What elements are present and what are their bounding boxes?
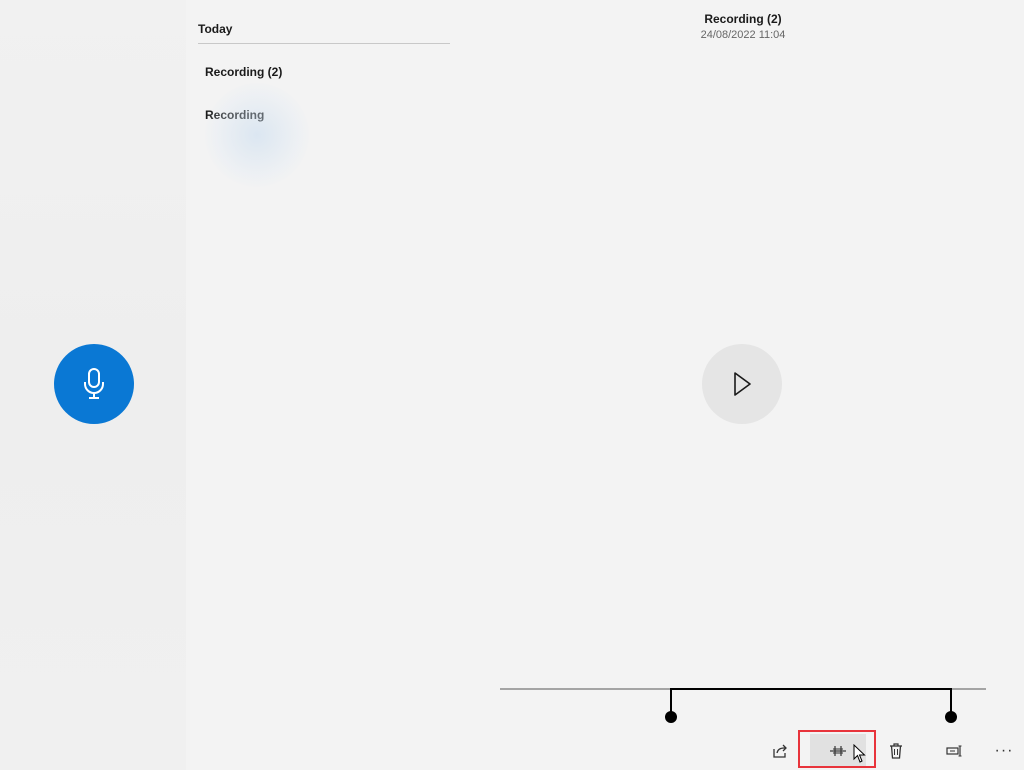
list-item-label: Recording (205, 108, 265, 122)
microphone-icon (84, 368, 104, 399)
trash-icon (890, 743, 902, 759)
more-options-button[interactable]: ··· (988, 734, 1020, 768)
recording-date: 24/08/2022 11:04 (700, 29, 786, 41)
recording-title: Recording (2) (704, 12, 782, 26)
rename-button[interactable] (938, 734, 970, 768)
record-button[interactable] (54, 344, 134, 424)
list-item[interactable]: Recording (2) (198, 55, 450, 89)
trim-timeline (500, 688, 986, 723)
play-icon (734, 372, 751, 396)
trim-end-handle[interactable] (945, 711, 957, 723)
group-header: Today (198, 22, 450, 44)
recordings-list: Today Recording (2) Recording (186, 0, 466, 770)
list-item[interactable]: Recording (198, 98, 450, 132)
rename-icon (946, 745, 962, 757)
command-bar: ··· (760, 730, 1024, 770)
left-pane (0, 0, 186, 770)
trim-start-handle[interactable] (665, 711, 677, 723)
share-button[interactable] (764, 734, 796, 768)
trim-range (670, 688, 952, 716)
trim-icon (830, 746, 846, 756)
list-item-label: Recording (2) (205, 65, 283, 79)
share-icon (773, 744, 787, 758)
trim-button[interactable] (810, 734, 866, 768)
play-button[interactable] (702, 344, 782, 424)
delete-button[interactable] (880, 734, 912, 768)
